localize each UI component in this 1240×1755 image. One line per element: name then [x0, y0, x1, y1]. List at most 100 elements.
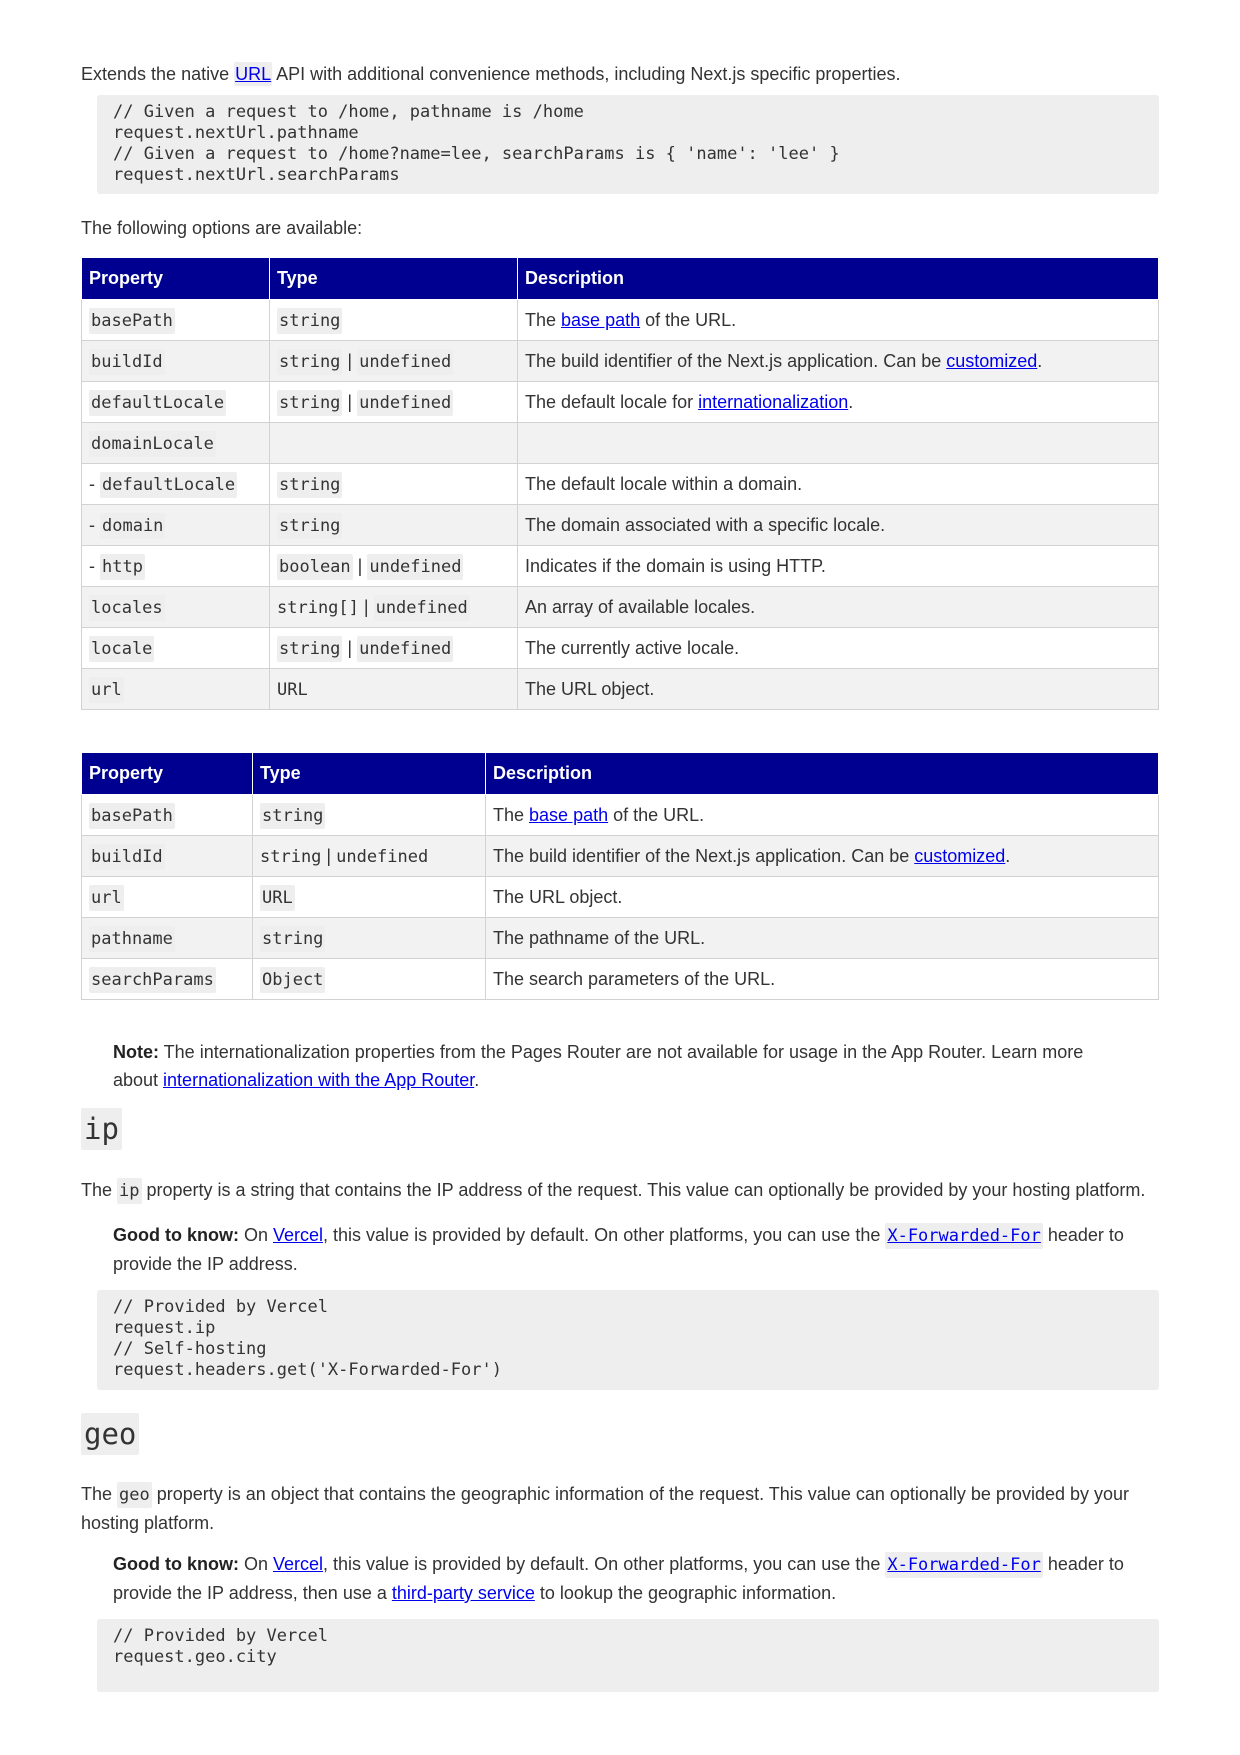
table-row: locales string[] | undefined An array of ava… — [81, 586, 1159, 628]
x-forwarded-for-link[interactable]: X-Forwarded-For — [885, 1552, 1043, 1578]
table-row: url URL The URL object. — [81, 876, 1159, 918]
nexturl-properties-table: Property Type Description basePath string… — [81, 752, 1159, 1000]
i18n-app-router-link[interactable]: internationalization with the App Router — [163, 1070, 474, 1090]
cell-property: domainLocale — [81, 422, 270, 464]
description-text: The default locale for — [525, 391, 699, 412]
gtk-text-mid: , this value is provided by default. On … — [323, 1554, 886, 1574]
cell-property: url — [81, 668, 270, 710]
property-name: locales — [89, 594, 165, 621]
description-text-end: . — [848, 391, 854, 412]
type-value: string — [277, 307, 343, 334]
header-description: Description — [485, 752, 1159, 795]
property-name: domainLocale — [89, 430, 216, 457]
description-text-end: of the URL. — [640, 309, 737, 330]
cell-description: The build identifier of the Next.js appl… — [485, 835, 1159, 877]
cell-type: string | undefined — [252, 835, 486, 877]
code-block-ip: // Provided by Vercel request.ip // Self… — [97, 1290, 1159, 1390]
property-name: basePath — [89, 307, 175, 334]
cell-description: The URL object. — [485, 876, 1159, 918]
description-link[interactable]: internationalization — [698, 392, 848, 412]
description-link[interactable]: customized — [914, 846, 1005, 866]
table-row: defaultLocale string | undefined The default… — [81, 381, 1159, 423]
header-property: Property — [81, 257, 270, 300]
intro-text: Extends the native — [81, 64, 235, 84]
vercel-link[interactable]: Vercel — [273, 1554, 323, 1574]
geo-heading: geo — [81, 1413, 140, 1455]
header-type: Type — [269, 257, 518, 300]
type-value: string — [260, 802, 326, 829]
options-table: Property Type Description basePath string… — [81, 257, 1159, 710]
x-forwarded-for-link[interactable]: X-Forwarded-For — [885, 1223, 1043, 1249]
note-label: Note: — [113, 1042, 159, 1062]
cell-description: The URL object. — [517, 668, 1159, 710]
cell-type: URL — [252, 876, 486, 918]
type-separator: | — [347, 350, 353, 371]
cell-type: string — [269, 504, 518, 546]
cell-description: The base path of the URL. — [517, 299, 1159, 341]
ip-paragraph: The ip property is a string that contain… — [81, 1176, 1145, 1205]
table-row: locale string | undefined The currently acti… — [81, 627, 1159, 669]
gtk-text-line2-end: to lookup the geographic information. — [534, 1583, 837, 1603]
property-name: pathname — [89, 925, 175, 952]
property-name: buildId — [89, 843, 165, 870]
type-value: Object — [260, 966, 326, 993]
cell-description — [517, 422, 1159, 464]
ip-heading: ip — [81, 1108, 122, 1150]
description-text: The build identifier of the Next.js appl… — [493, 845, 915, 866]
options-paragraph: The following options are available: — [81, 218, 363, 238]
gtk-text: On — [238, 1225, 273, 1245]
type-value: string — [277, 471, 343, 498]
cell-property: buildId — [81, 835, 253, 877]
cell-property: searchParams — [81, 958, 253, 1000]
geo-text-end: property is an object that contains the … — [151, 1484, 1130, 1504]
property-name: domain — [100, 512, 166, 539]
cell-property: - domain — [81, 504, 270, 546]
type-value: string[] — [277, 597, 359, 618]
table-header-row: Property Type Description — [81, 752, 1159, 795]
gtk-text-end: header to — [1042, 1554, 1124, 1574]
cell-description: Indicates if the domain is using HTTP. — [517, 545, 1159, 587]
property-name: locale — [89, 635, 155, 662]
cell-property: buildId — [81, 340, 270, 382]
third-party-service-link[interactable]: third-party service — [392, 1583, 535, 1603]
ip-text: The — [81, 1180, 118, 1200]
type-value: string — [260, 846, 322, 867]
cell-type: string — [269, 463, 518, 505]
gtk-label: Good to know: — [113, 1225, 239, 1245]
type-value: string — [277, 348, 343, 375]
table-row: basePath string The base path of the URL. — [81, 794, 1159, 836]
table-row: pathname string The pathname of the URL. — [81, 917, 1159, 959]
cell-type: Object — [252, 958, 486, 1000]
cell-property: - http — [81, 545, 270, 587]
cell-description: The build identifier of the Next.js appl… — [517, 340, 1159, 382]
cell-type: URL — [269, 668, 518, 710]
description-text-end: . — [1037, 350, 1043, 371]
description-text: The default locale within a domain. — [525, 473, 803, 494]
property-name: defaultLocale — [89, 389, 227, 416]
ip-inline-code: ip — [117, 1178, 142, 1204]
property-name: http — [100, 553, 145, 580]
intro-paragraph: Extends the native URL API with addition… — [81, 60, 900, 88]
description-link[interactable]: customized — [946, 351, 1037, 371]
table-row: url URL The URL object. — [81, 668, 1159, 710]
url-api-link[interactable]: URL — [234, 62, 273, 86]
type-value: string — [277, 389, 343, 416]
vercel-link[interactable]: Vercel — [273, 1225, 323, 1245]
type-value: boolean — [277, 553, 353, 580]
description-link[interactable]: base path — [529, 805, 608, 825]
description-text: An array of available locales. — [525, 596, 756, 617]
type-separator: | — [357, 555, 363, 576]
type-value: undefined — [357, 389, 454, 416]
description-text: The build identifier of the Next.js appl… — [525, 350, 947, 371]
gtk-text-line2: provide the IP address. — [113, 1254, 298, 1274]
cell-property: url — [81, 876, 253, 918]
table-body: basePath string The base path of the URL. b… — [81, 299, 1159, 710]
cell-type: string | undefined — [269, 340, 518, 382]
cell-property: defaultLocale — [81, 381, 270, 423]
description-link[interactable]: base path — [561, 310, 640, 330]
table-row: - domain string The domain associated with… — [81, 504, 1159, 546]
type-value: undefined — [357, 635, 454, 662]
description-text: The domain associated with a specific lo… — [525, 514, 886, 535]
nested-prefix: - — [89, 514, 100, 535]
description-text: The URL object. — [525, 678, 655, 699]
